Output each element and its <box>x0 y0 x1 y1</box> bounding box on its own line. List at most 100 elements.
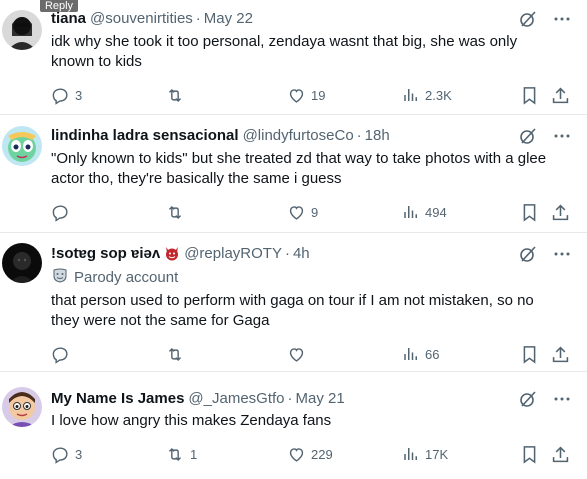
reply-button[interactable]: 3 <box>51 85 82 105</box>
retweet-icon <box>165 203 185 222</box>
display-name[interactable]: lindinha ladra sensacional <box>51 127 239 144</box>
bookmark-button[interactable] <box>521 444 538 464</box>
avatar[interactable] <box>2 10 42 50</box>
display-name[interactable]: !sotɐg sop ɐiǝʌ <box>51 245 160 262</box>
more-icon[interactable] <box>553 390 571 408</box>
user-handle[interactable]: @replayROTY <box>184 245 282 262</box>
retweet-icon <box>165 445 185 464</box>
text-line: actor tho, they're basically the same i … <box>51 170 342 187</box>
text-line: they were not the same for Gaga <box>51 312 270 329</box>
avatar[interactable] <box>2 387 42 427</box>
like-icon <box>287 203 306 222</box>
tweet-header: tiana @souvenirtities · May 22 <box>51 8 253 28</box>
more-icon[interactable] <box>553 127 571 145</box>
views-icon <box>402 203 420 221</box>
text-line: "Only known to kids" but she treated zd … <box>51 150 547 167</box>
bookmark-icon <box>521 86 538 105</box>
grok-icon[interactable] <box>519 245 537 263</box>
reply-button[interactable] <box>51 202 75 222</box>
timestamp[interactable]: 4h <box>293 245 310 262</box>
tweet-header: lindinha ladra sensacional @lindyfurtose… <box>51 125 390 145</box>
bookmark-button[interactable] <box>521 202 538 222</box>
tweet-4[interactable]: My Name Is James @_JamesGtfo · May 21 I … <box>0 372 587 479</box>
user-handle[interactable]: @souvenirtities <box>90 10 193 27</box>
reply-icon <box>51 345 70 364</box>
bookmark-button[interactable] <box>521 344 538 364</box>
timestamp[interactable]: May 22 <box>204 10 253 27</box>
views-count: 17K <box>425 446 449 462</box>
views-count: 494 <box>425 204 447 220</box>
retweet-icon <box>165 345 185 364</box>
reply-icon <box>51 203 70 222</box>
reply-tag: Reply <box>40 0 78 12</box>
tweet-top-icons <box>519 390 571 408</box>
like-icon <box>287 345 306 364</box>
tweet-header: !sotɐg sop ɐiǝʌ @replayROTY · 4h <box>51 243 310 263</box>
user-handle[interactable]: @lindyfurtoseCo <box>243 127 354 144</box>
tweet-1[interactable]: tiana @souvenirtities · May 22 idk why s… <box>0 0 587 114</box>
share-button[interactable] <box>551 85 570 105</box>
reply-count: 3 <box>75 446 83 462</box>
views-button[interactable]: 66 <box>402 344 439 364</box>
devil-emoji-icon <box>164 245 180 261</box>
grok-icon[interactable] <box>519 390 537 408</box>
views-button[interactable]: 17K <box>402 444 448 464</box>
tweet-top-icons <box>519 10 571 28</box>
more-icon[interactable] <box>553 10 571 28</box>
views-button[interactable]: 494 <box>402 202 447 222</box>
tweet-3[interactable]: !sotɐg sop ɐiǝʌ @replayROTY · 4h Parody … <box>0 233 587 370</box>
share-icon <box>551 345 570 364</box>
like-button[interactable] <box>287 344 311 364</box>
avatar[interactable] <box>2 126 42 166</box>
reply-icon <box>51 445 70 464</box>
action-bar: 9 494 <box>51 202 571 222</box>
reply-button[interactable]: 3 <box>51 444 82 464</box>
like-button[interactable]: 19 <box>287 85 325 105</box>
retweet-button[interactable] <box>165 85 190 105</box>
views-button[interactable]: 2.3K <box>402 85 452 105</box>
tweet-2[interactable]: lindinha ladra sensacional @lindyfurtose… <box>0 115 587 232</box>
grok-icon[interactable] <box>519 10 537 28</box>
share-button[interactable] <box>551 344 570 364</box>
more-icon[interactable] <box>553 245 571 263</box>
views-count: 66 <box>425 346 440 362</box>
like-button[interactable]: 9 <box>287 202 318 222</box>
like-icon <box>287 445 306 464</box>
separator: · <box>284 244 290 262</box>
display-name[interactable]: tiana <box>51 10 86 27</box>
share-icon <box>551 86 570 105</box>
reply-button[interactable] <box>51 344 75 364</box>
tweet-text: that person used to perform with gaga on… <box>51 291 571 331</box>
retweet-count: 1 <box>190 446 198 462</box>
action-bar: 66 <box>51 344 571 364</box>
like-button[interactable]: 229 <box>287 444 333 464</box>
reply-count: 3 <box>75 87 83 103</box>
text-line: idk why she took it too personal, zenday… <box>51 33 518 50</box>
tweet-header: My Name Is James @_JamesGtfo · May 21 <box>51 388 345 408</box>
tweet-top-icons <box>519 245 571 263</box>
views-icon <box>402 345 420 363</box>
grok-icon[interactable] <box>519 127 537 145</box>
retweet-button[interactable] <box>165 344 190 364</box>
timestamp[interactable]: May 21 <box>296 390 345 407</box>
tweet-text: "Only known to kids" but she treated zd … <box>51 149 571 189</box>
bookmark-button[interactable] <box>521 85 538 105</box>
reply-icon <box>51 86 70 105</box>
retweet-button[interactable] <box>165 202 190 222</box>
action-bar: 3 19 2.3K <box>51 85 571 105</box>
action-bar: 3 1 229 17K <box>51 444 571 464</box>
share-icon <box>551 445 570 464</box>
display-name[interactable]: My Name Is James <box>51 390 184 407</box>
text-line: that person used to perform with gaga on… <box>51 292 534 309</box>
share-button[interactable] <box>551 444 570 464</box>
parody-label: Parody account <box>52 267 178 287</box>
timestamp[interactable]: 18h <box>365 127 390 144</box>
user-handle[interactable]: @_JamesGtfo <box>188 390 284 407</box>
views-icon <box>402 86 420 104</box>
retweet-button[interactable]: 1 <box>165 444 197 464</box>
avatar[interactable] <box>2 243 42 283</box>
views-icon <box>402 445 420 463</box>
like-count: 229 <box>311 446 333 462</box>
share-button[interactable] <box>551 202 570 222</box>
tweet-top-icons <box>519 127 571 145</box>
